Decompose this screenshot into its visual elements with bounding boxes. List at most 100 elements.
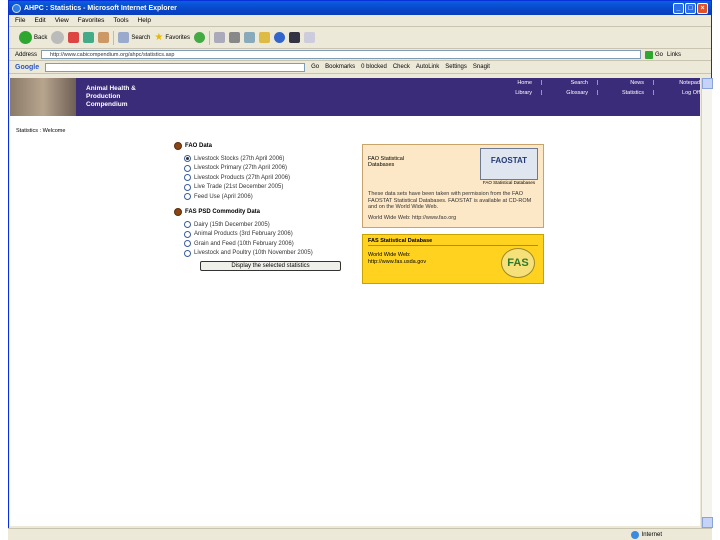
forward-button[interactable] [51,31,65,44]
fas-box-title: FAS Statistical Database [368,238,538,246]
radio-button[interactable] [184,183,191,191]
nav-home[interactable]: Home [492,80,532,86]
bullet-icon [174,142,182,150]
google-go[interactable]: Go [311,64,319,70]
minimize-button[interactable]: _ [673,2,684,14]
menu-help[interactable]: Help [138,17,151,24]
scroll-up-arrow[interactable] [702,78,713,89]
globe-icon[interactable] [274,32,286,43]
bullet-icon [174,208,182,216]
fas-info-box: FAS Statistical Database World Wide Web:… [362,234,544,284]
google-logo[interactable]: Google [15,64,39,71]
window-title: AHPC : Statistics - Microsoft Internet E… [24,4,177,12]
folder-icon[interactable] [259,32,271,43]
fao-description: These data sets have been taken with per… [368,191,532,210]
security-zone: Internet [630,531,662,539]
address-input[interactable]: http://www.cabicompendium.org/ahpc/stati… [41,50,642,59]
toolbar-separator [113,30,115,45]
fas-option[interactable]: Livestock and Poultry (10th November 200… [184,249,354,257]
statistics-home-link[interactable]: Statistics home [634,120,671,126]
banner-animal-image [10,78,76,116]
fao-section-heading: FAO Data [174,142,354,150]
help-link[interactable]: Help [685,120,696,126]
fao-logo-caption: FAO Statistical Databases [482,180,536,185]
statistics-form: FAO Data Livestock Stocks (27th April 20… [174,142,354,271]
faostat-logo: FAOSTAT [480,148,538,180]
vertical-scrollbar[interactable] [701,78,713,528]
fao-info-box: FAO Statistical Databases FAOSTAT FAO St… [362,144,544,228]
nav-library[interactable]: Library [492,90,532,96]
fao-option[interactable]: Feed Use (April 2006) [184,193,354,200]
breadcrumb: Statistics : Welcome [16,128,66,134]
sub-nav: Statistics home | Help [633,120,696,126]
close-button[interactable]: × [697,2,708,14]
google-autolink[interactable]: AutoLink [416,64,439,70]
menu-view[interactable]: View [55,17,69,24]
toolbar: Back Search ★ Favorites [9,27,711,49]
favorites-button[interactable]: ★ Favorites [154,32,190,43]
display-statistics-button[interactable]: Display the selected statistics [200,260,341,271]
fas-option[interactable]: Animal Products (3rd February 2006) [184,230,354,238]
google-search-input[interactable] [45,62,306,72]
fao-option[interactable]: Livestock Primary (27th April 2006) [184,164,354,172]
fas-section-heading: FAS PSD Commodity Data [174,208,354,216]
google-check[interactable]: Check [393,64,410,70]
print-icon[interactable] [229,32,241,43]
fao-option[interactable]: Livestock Stocks (27th April 2006) [184,155,354,162]
radio-button[interactable] [184,221,191,228]
site-banner: Animal Health & Production Compendium Ho… [10,78,700,126]
title-bar: AHPC : Statistics - Microsoft Internet E… [9,1,711,15]
fao-option[interactable]: Livestock Products (27th April 2006) [184,174,354,181]
home-icon[interactable] [98,32,110,43]
nav-search[interactable]: Search [548,80,588,86]
search-button[interactable]: Search [118,32,150,43]
menu-bar: File Edit View Favorites Tools Help [9,15,711,27]
toolbar-separator [209,30,211,45]
radio-button[interactable] [184,230,191,238]
snagit-button[interactable]: Snagit [473,64,490,70]
go-button[interactable]: Go [645,50,663,59]
nav-statistics[interactable]: Statistics [604,90,644,96]
google-bookmarks[interactable]: Bookmarks [325,64,355,70]
search-icon [118,32,130,43]
radio-button[interactable] [184,155,191,162]
radio-button[interactable] [184,164,191,172]
menu-favorites[interactable]: Favorites [78,17,105,24]
star-icon: ★ [154,32,164,43]
menu-file[interactable]: File [15,17,25,24]
back-button[interactable]: Back [19,31,47,44]
nav-glossary[interactable]: Glossary [548,90,588,96]
google-settings[interactable]: Settings [445,64,467,70]
fao-option[interactable]: Live Trade (21st December 2005) [184,183,354,191]
messenger-icon[interactable] [289,32,301,43]
menu-tools[interactable]: Tools [113,17,128,24]
google-popups-blocked[interactable]: 0 blocked [361,64,387,70]
links-button[interactable]: Links [667,52,681,58]
maximize-button[interactable]: □ [685,2,696,14]
menu-edit[interactable]: Edit [34,17,45,24]
nav-notepad[interactable]: Notepad [660,80,700,86]
radio-button[interactable] [184,249,191,257]
nav-log-off[interactable]: Log Off [660,90,700,96]
research-icon[interactable] [304,32,316,43]
mail-icon[interactable] [214,32,226,43]
history-icon[interactable] [194,32,206,43]
edit-icon[interactable] [244,32,256,43]
stop-icon[interactable] [68,32,80,43]
radio-button[interactable] [184,240,191,247]
status-bar: Internet [8,528,712,540]
address-label: Address [15,51,38,58]
nav-news[interactable]: News [604,80,644,86]
ie-icon [12,3,21,13]
fas-option[interactable]: Grain and Feed (10th February 2006) [184,240,354,247]
site-title[interactable]: Animal Health & Production Compendium [86,85,176,116]
internet-zone-icon [630,531,639,539]
refresh-icon[interactable] [83,32,95,43]
scroll-down-arrow[interactable] [702,517,713,528]
web-page: Animal Health & Production Compendium Ho… [10,78,700,526]
fao-website-link[interactable]: http://www.fao.org [412,215,456,221]
radio-button[interactable] [184,174,191,181]
radio-button[interactable] [184,193,191,200]
back-arrow-icon [19,31,32,44]
fas-option[interactable]: Dairy (15th December 2005) [184,221,354,228]
